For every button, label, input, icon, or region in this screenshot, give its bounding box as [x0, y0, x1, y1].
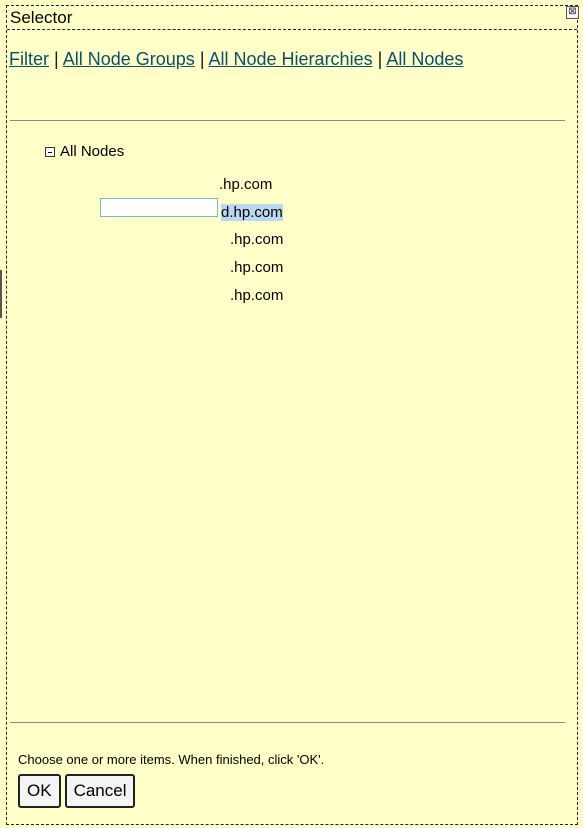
bottom-divider — [10, 722, 565, 723]
ok-button[interactable]: OK — [18, 774, 61, 808]
navigation-links: Filter | All Node Groups | All Node Hier… — [9, 46, 554, 72]
filter-link[interactable]: Filter — [9, 49, 49, 69]
top-divider — [10, 120, 565, 121]
selected-node-text: d.hp.com — [221, 204, 283, 221]
tree-node-1[interactable]: .hp.com — [219, 176, 272, 194]
all-node-hierarchies-link[interactable]: All Node Hierarchies — [209, 49, 373, 69]
instructions-text: Choose one or more items. When finished,… — [18, 752, 325, 767]
node-tree: All Nodes — [45, 143, 124, 160]
button-row: OK Cancel — [18, 774, 136, 808]
all-nodes-link[interactable]: All Nodes — [386, 49, 463, 69]
link-separator: | — [199, 49, 205, 69]
dialog-title: Selector — [10, 8, 73, 27]
link-separator: | — [54, 49, 59, 69]
tree-root[interactable]: All Nodes — [45, 143, 124, 160]
close-icon[interactable]: ⊠ — [566, 6, 579, 19]
collapse-icon[interactable] — [45, 146, 55, 157]
tree-node-5[interactable]: .hp.com — [230, 287, 283, 305]
tree-node-4[interactable]: .hp.com — [230, 259, 283, 277]
link-separator: | — [377, 49, 383, 69]
cancel-button[interactable]: Cancel — [64, 774, 136, 808]
title-bar[interactable]: Selector ⊠ — [7, 6, 579, 30]
node-name-input[interactable] — [100, 198, 218, 217]
all-node-groups-link[interactable]: All Node Groups — [63, 49, 195, 69]
selector-dialog: Selector ⊠ — [6, 5, 579, 825]
tree-node-3[interactable]: .hp.com — [230, 231, 283, 249]
tree-root-label: All Nodes — [60, 143, 125, 160]
resize-handle[interactable] — [0, 270, 2, 318]
tree-node-2[interactable]: d.hp.com — [221, 204, 283, 222]
